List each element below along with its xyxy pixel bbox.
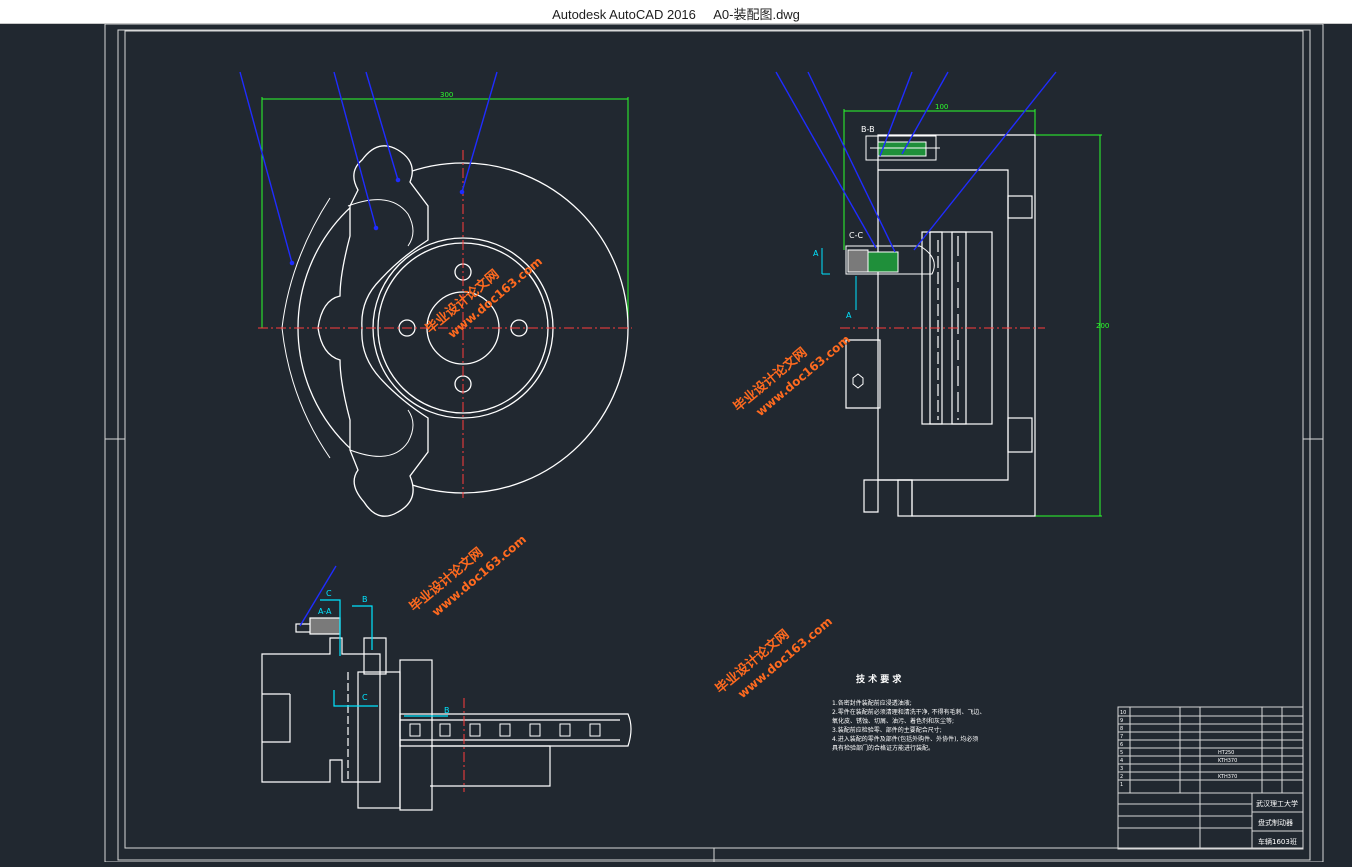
tb-row-2: 2 — [1120, 774, 1123, 780]
tech-title: 技 术 要 求 — [856, 673, 902, 685]
svg-text:200: 200 — [1096, 322, 1109, 330]
disc-vent-slots — [409, 723, 601, 737]
svg-text:300: 300 — [440, 91, 453, 99]
section-cc — [845, 245, 935, 275]
section-label-cc: C-C — [849, 231, 863, 240]
tb-material-3: KTH370 — [1218, 774, 1237, 780]
section-label-aa: A-A — [318, 607, 332, 616]
tb-row-3: 3 — [1120, 766, 1123, 772]
window-titlebar: Autodesk AutoCAD 2016 A0-装配图.dwg — [0, 0, 1352, 24]
watermarks: 毕业设计论文网 www.doc163.com 毕业设计论文网 www.doc16… — [406, 254, 853, 701]
side-view: 100 200 B-B C-C A A — [775, 71, 1109, 517]
tb-class: 车辆1603班 — [1258, 837, 1297, 846]
section-label-bb: B-B — [861, 125, 875, 134]
tech-line-5: 4.进入装配的零件及部件(包括外购件、外协件), 均必须 — [832, 735, 978, 743]
tech-line-1: 1.各密封件装配前应浸透油液; — [832, 699, 912, 707]
tb-row-8: 8 — [1120, 726, 1123, 732]
tb-material-1: HT250 — [1218, 750, 1234, 756]
section-label-c: C — [326, 589, 332, 598]
window-title: Autodesk AutoCAD 2016 A0-装配图.dwg — [552, 7, 800, 22]
section-bb — [865, 135, 940, 161]
tb-row-5: 5 — [1120, 750, 1123, 756]
tech-requirements: 技 术 要 求 1.各密封件装配前应浸透油液; 2.零件在装配前必须清理和清洗干… — [832, 673, 986, 752]
svg-text:100: 100 — [935, 103, 948, 111]
title-block: 10 9 8 7 6 5 4 3 2 1 HT250 KTH370 KTH370… — [1117, 706, 1304, 850]
tb-row-10: 10 — [1120, 710, 1126, 716]
tb-material-2: KTH370 — [1218, 758, 1237, 764]
sheet-frame — [104, 23, 1324, 863]
tech-line-3: 氧化皮、锈蚀、切屑、油污、着色剂和灰尘等; — [832, 717, 954, 725]
tb-row-7: 7 — [1120, 734, 1123, 740]
hex-nut-icon — [852, 373, 864, 389]
tech-line-2: 2.零件在装配前必须清理和清洗干净, 不得有毛刺、飞边、 — [832, 708, 986, 716]
tb-row-6: 6 — [1120, 742, 1123, 748]
section-label-a2: A — [846, 311, 852, 320]
section-label-c2: C — [362, 693, 368, 702]
front-width-dimension: 300 — [261, 91, 629, 328]
section-label-b: B — [362, 595, 368, 604]
side-leaders — [775, 71, 1057, 253]
front-view: 300 — [239, 71, 632, 517]
tb-row-9: 9 — [1120, 718, 1123, 724]
tb-row-4: 4 — [1120, 758, 1123, 764]
tech-line-4: 3.装配前应检验零、部件的主要配合尺寸; — [832, 726, 942, 734]
drawing-canvas[interactable]: 300 100 200 B-B C-C A A A-A C C B B 技 术 … — [0, 23, 1352, 863]
section-label-a: A — [813, 249, 819, 258]
tb-school: 武汉理工大学 — [1256, 799, 1298, 808]
caliper-side-outline — [845, 134, 1036, 517]
tb-row-1: 1 — [1120, 782, 1123, 788]
tech-line-6: 具有检验部门的合格证方能进行装配。 — [832, 744, 934, 752]
section-label-b2: B — [444, 706, 450, 715]
tb-drawing-name: 盘式制动器 — [1258, 818, 1293, 827]
side-dimensions: 100 200 — [843, 103, 1109, 517]
